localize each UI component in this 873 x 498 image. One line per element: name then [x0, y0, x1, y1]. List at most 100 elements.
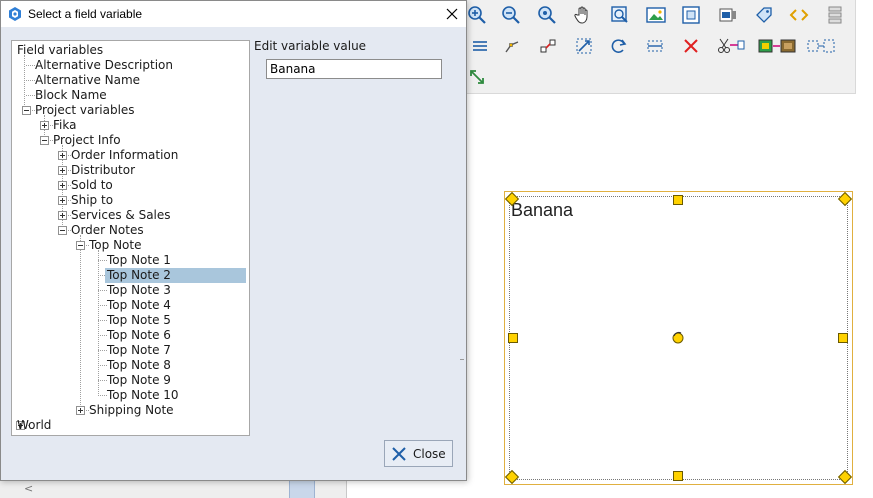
zoom-out-icon[interactable] [498, 2, 524, 28]
tree-node[interactable]: Top Note 10 [12, 388, 249, 403]
tree-node[interactable]: Top Note 8 [12, 358, 249, 373]
tree-node[interactable]: Top Note 4 [12, 298, 249, 313]
tree-node[interactable]: Services & Sales [12, 208, 249, 223]
close-x-icon [392, 446, 406, 461]
splitter[interactable] [460, 359, 464, 360]
list-icon[interactable] [466, 33, 492, 59]
tree-node[interactable]: Top Note 7 [12, 343, 249, 358]
tree-node-label: Top Note 4 [107, 298, 171, 312]
tree-node[interactable]: Fika [12, 118, 249, 133]
tree-node[interactable]: Top Note 6 [12, 328, 249, 343]
tree-node-label: Order Information [71, 148, 179, 162]
tree-node-label: Fika [53, 118, 77, 132]
frame-icon[interactable] [678, 2, 704, 28]
tree-node-label: World [17, 418, 52, 432]
zoom-window-icon[interactable] [607, 2, 633, 28]
tree-node[interactable]: Alternative Name [12, 73, 249, 88]
expand-icon[interactable] [76, 406, 85, 415]
node-edit-icon[interactable] [499, 33, 525, 59]
tree-node[interactable]: Top Note 9 [12, 373, 249, 388]
image-icon[interactable] [643, 2, 669, 28]
page-tab[interactable] [289, 480, 315, 498]
tree-node[interactable]: Project Info [12, 133, 249, 148]
tree-node[interactable]: Sold to [12, 178, 249, 193]
tree-node[interactable]: Top Note [12, 238, 249, 253]
delete-icon[interactable] [678, 33, 704, 59]
tree-node-label: Top Note [89, 238, 142, 252]
tree-node[interactable]: Block Name [12, 88, 249, 103]
tree-node[interactable]: Order Information [12, 148, 249, 163]
toolbar-row-1 [466, 2, 856, 32]
collapse-icon[interactable] [40, 136, 49, 145]
tree-node-label: Project variables [35, 103, 135, 117]
stack-icon[interactable] [822, 2, 848, 28]
tree-node-label: Top Note 8 [107, 358, 171, 372]
connect-icon[interactable] [535, 33, 561, 59]
align-icon[interactable] [642, 33, 668, 59]
collapse-icon[interactable] [58, 226, 67, 235]
rotation-handle-icon[interactable] [671, 331, 685, 345]
tree-node[interactable]: World [12, 418, 249, 433]
edge-handle-left[interactable] [508, 333, 518, 343]
tree-node[interactable]: Order Notes [12, 223, 249, 238]
dialog-titlebar[interactable]: Select a field variable [1, 1, 466, 27]
canvas-scroll-area: < [0, 480, 347, 498]
select-field-variable-dialog: Select a field variable Field variables A… [0, 0, 467, 481]
expand-icon[interactable] [58, 196, 67, 205]
print-preview-icon[interactable] [715, 2, 741, 28]
collapse-icon[interactable] [76, 241, 85, 250]
rotate-icon[interactable] [606, 33, 632, 59]
toolbar-row-3 [466, 64, 856, 94]
tree-node[interactable]: Field variables [12, 43, 249, 58]
collapse-icon[interactable] [22, 106, 31, 115]
tree-node-label: Ship to [71, 193, 114, 207]
tree-node-label: Order Notes [71, 223, 144, 237]
close-button-label: Close [413, 446, 446, 461]
expand-icon[interactable] [58, 181, 67, 190]
tag-icon[interactable] [751, 2, 777, 28]
tree-node[interactable]: Shipping Note [12, 403, 249, 418]
resize-icon[interactable] [464, 64, 490, 90]
tree-node-label: Top Note 2 [105, 268, 246, 283]
pan-hand-icon[interactable] [570, 2, 596, 28]
tree-node[interactable]: Top Note 5 [12, 313, 249, 328]
drawing-toolbar [466, 0, 856, 94]
tree-node-label: Project Info [53, 133, 121, 147]
expand-icon[interactable] [40, 121, 49, 130]
tree-node[interactable]: Top Note 1 [12, 253, 249, 268]
group-icon[interactable] [756, 33, 800, 59]
close-icon[interactable] [441, 3, 463, 25]
edge-handle-right[interactable] [838, 333, 848, 343]
cut-icon[interactable] [714, 33, 748, 59]
text-block[interactable]: Banana [504, 191, 853, 485]
tree-node-label: Block Name [35, 88, 107, 102]
scale-icon[interactable] [571, 33, 597, 59]
tree-node-label: Sold to [71, 178, 113, 192]
tree-node[interactable]: Ship to [12, 193, 249, 208]
expand-icon[interactable] [58, 166, 67, 175]
zoom-in-icon[interactable] [464, 2, 490, 28]
tree-node[interactable]: Top Note 2 [12, 268, 249, 283]
variable-tree[interactable]: Field variables Alternative Description Al… [11, 40, 250, 436]
toolbar-row-2 [466, 33, 856, 63]
tree-node[interactable]: Distributor [12, 163, 249, 178]
tree-node-label: Shipping Note [89, 403, 174, 417]
edge-handle-bottom[interactable] [673, 471, 683, 481]
tree-node-label: Top Note 10 [107, 388, 179, 402]
tree-node-label: Top Note 1 [107, 253, 171, 267]
tree-node[interactable]: Project variables [12, 103, 249, 118]
tree-node[interactable]: Alternative Description [12, 58, 249, 73]
transform-icon[interactable] [804, 33, 838, 59]
variable-value-input[interactable] [266, 59, 442, 79]
expand-icon[interactable] [58, 211, 67, 220]
dialog-title: Select a field variable [28, 7, 143, 21]
zoom-extents-icon[interactable] [534, 2, 560, 28]
code-icon[interactable] [786, 2, 812, 28]
scroll-left-icon[interactable]: < [24, 482, 33, 495]
tree-node-label: Alternative Description [35, 58, 173, 72]
close-button[interactable]: Close [384, 440, 453, 467]
tree-node[interactable]: Top Note 3 [12, 283, 249, 298]
edge-handle-top[interactable] [673, 195, 683, 205]
tree-node-label: Top Note 6 [107, 328, 171, 342]
expand-icon[interactable] [58, 151, 67, 160]
